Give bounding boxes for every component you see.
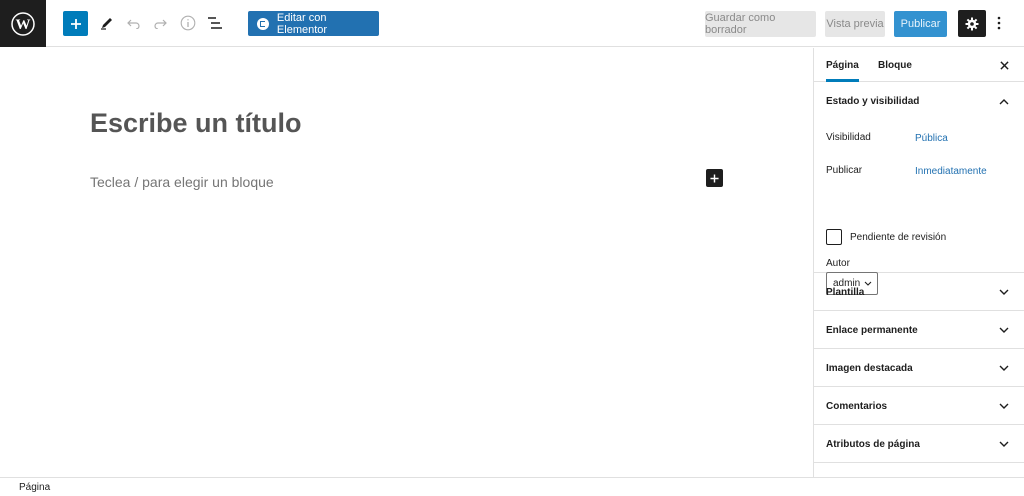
publish-date-toggle[interactable]: Inmediatamente bbox=[915, 166, 987, 177]
settings-button[interactable] bbox=[958, 10, 986, 37]
panel-comments-title: Comentarios bbox=[826, 401, 888, 412]
inline-add-block-button[interactable] bbox=[706, 169, 723, 187]
list-view-button[interactable] bbox=[204, 12, 226, 34]
publish-button[interactable]: Publicar bbox=[894, 11, 947, 37]
wordpress-logo[interactable]: W bbox=[0, 0, 46, 47]
elementor-icon bbox=[257, 17, 269, 30]
visibility-label: Visibilidad bbox=[826, 132, 871, 143]
save-draft-button[interactable]: Guardar como borrador bbox=[705, 11, 816, 37]
tab-page[interactable]: Página bbox=[826, 48, 859, 82]
redo-icon bbox=[154, 19, 167, 29]
publish-label: Publicar bbox=[826, 165, 863, 176]
gear-icon bbox=[965, 17, 979, 30]
panel-page-attributes-title: Atributos de página bbox=[826, 439, 920, 450]
panel-template-title: Plantilla bbox=[826, 287, 865, 298]
status-visibility-panel: Estado y visibilidad Visibilidad Pública… bbox=[814, 82, 1024, 295]
undo-button[interactable] bbox=[123, 12, 145, 34]
list-view-icon bbox=[208, 17, 222, 29]
panel-template[interactable]: Plantilla bbox=[814, 273, 1024, 311]
add-block-button[interactable] bbox=[63, 11, 88, 36]
chevron-down-icon bbox=[998, 324, 1010, 336]
author-label: Autor bbox=[826, 258, 850, 269]
panel-featured-image-title: Imagen destacada bbox=[826, 363, 913, 374]
block-placeholder[interactable]: Teclea / para elegir un bloque bbox=[90, 174, 274, 190]
editor-header: W Editar con Elementor Guardar como borr… bbox=[0, 0, 1024, 47]
preview-button[interactable]: Vista previa bbox=[825, 11, 885, 37]
pending-review-checkbox[interactable] bbox=[826, 229, 842, 245]
breadcrumb-item[interactable]: Página bbox=[19, 482, 50, 493]
settings-sidebar: Página Bloque Estado y visibilidad Visib… bbox=[813, 48, 1024, 477]
chevron-down-icon bbox=[998, 400, 1010, 412]
details-button[interactable] bbox=[177, 12, 199, 34]
redo-button[interactable] bbox=[149, 12, 171, 34]
status-visibility-title[interactable]: Estado y visibilidad bbox=[826, 96, 919, 107]
chevron-down-icon bbox=[998, 286, 1010, 298]
edit-with-elementor-button[interactable]: Editar con Elementor bbox=[248, 11, 379, 36]
tab-block[interactable]: Bloque bbox=[878, 48, 912, 82]
panel-page-attributes[interactable]: Atributos de página bbox=[814, 425, 1024, 463]
panel-featured-image[interactable]: Imagen destacada bbox=[814, 349, 1024, 387]
editor-canvas: Escribe un título Teclea / para elegir u… bbox=[0, 48, 813, 477]
chevron-down-icon bbox=[998, 438, 1010, 450]
panel-comments[interactable]: Comentarios bbox=[814, 387, 1024, 425]
plus-icon bbox=[70, 18, 81, 29]
panel-permalink[interactable]: Enlace permanente bbox=[814, 311, 1024, 349]
close-sidebar-button[interactable] bbox=[997, 58, 1011, 72]
more-vertical-icon bbox=[997, 16, 1001, 30]
plus-icon bbox=[710, 173, 719, 183]
visibility-toggle[interactable]: Pública bbox=[915, 133, 948, 144]
sidebar-tabs: Página Bloque bbox=[814, 48, 1024, 82]
tools-button[interactable] bbox=[96, 12, 118, 34]
more-options-button[interactable] bbox=[992, 12, 1006, 34]
undo-icon bbox=[127, 19, 140, 29]
chevron-up-icon[interactable] bbox=[998, 96, 1010, 108]
close-icon bbox=[999, 60, 1009, 70]
block-breadcrumb-bar: Página bbox=[0, 477, 1024, 496]
info-icon bbox=[180, 15, 196, 31]
chevron-down-icon bbox=[998, 362, 1010, 374]
pending-review-label[interactable]: Pendiente de revisión bbox=[850, 232, 946, 243]
pencil-icon bbox=[101, 18, 112, 30]
post-title-input[interactable]: Escribe un título bbox=[90, 108, 302, 139]
svg-text:W: W bbox=[16, 17, 31, 33]
edit-with-elementor-label: Editar con Elementor bbox=[276, 11, 328, 36]
panel-permalink-title: Enlace permanente bbox=[826, 325, 918, 336]
